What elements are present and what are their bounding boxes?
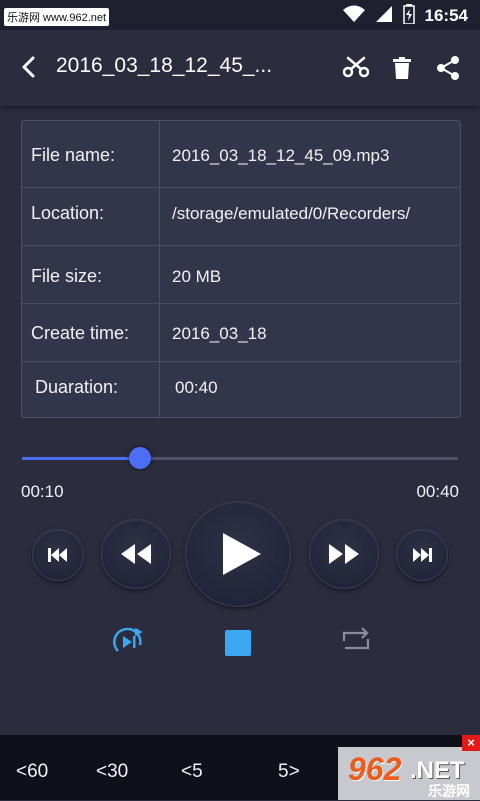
info-row: Duaration: 00:40 <box>22 361 460 417</box>
play-button[interactable] <box>185 501 291 607</box>
info-row: Create time: 2016_03_18 <box>22 303 460 362</box>
skip-previous-icon <box>48 548 67 562</box>
status-icons: 16:54 <box>342 3 468 29</box>
ad-logo: 962 <box>348 751 402 787</box>
info-value: 20 MB <box>172 267 222 286</box>
seek-thumb[interactable] <box>129 447 151 469</box>
skip-next-icon <box>413 548 432 562</box>
fast-forward-icon <box>329 544 359 564</box>
rewind-icon <box>121 544 151 564</box>
total-time: 00:40 <box>416 482 459 501</box>
repeat-one-icon <box>113 627 143 652</box>
info-label: Location: <box>31 203 105 223</box>
share-button[interactable] <box>432 52 464 84</box>
play-icon <box>223 533 261 575</box>
page-title: 2016_03_18_12_45_... <box>56 54 273 77</box>
previous-track-button[interactable] <box>32 529 84 581</box>
skip-back-60-button[interactable]: <60 <box>16 761 48 783</box>
next-track-button[interactable] <box>396 529 448 581</box>
stop-button[interactable] <box>218 623 258 663</box>
seek-progress <box>22 457 140 460</box>
trash-icon <box>393 57 411 79</box>
info-label: Duaration: <box>35 377 119 397</box>
back-button[interactable] <box>14 52 44 82</box>
info-value: /storage/emulated/0/Recorders/ <box>172 204 411 223</box>
ad-subtitle: 乐游网 <box>428 783 470 799</box>
info-row: File name: 2016_03_18_12_45_09.mp3 <box>22 121 460 188</box>
scissors-icon <box>342 56 370 78</box>
share-icon <box>437 56 459 80</box>
seek-bar[interactable] <box>22 457 458 460</box>
app-bar: 2016_03_18_12_45_... <box>0 30 480 106</box>
file-info-table: File name: 2016_03_18_12_45_09.mp3 Locat… <box>21 120 461 418</box>
watermark: 乐游网 www.962.net <box>4 8 110 26</box>
signal-icon <box>375 5 393 28</box>
ad-close-button[interactable]: × <box>462 735 480 751</box>
status-bar: 乐游网 www.962.net 16:54 <box>0 0 480 30</box>
rewind-button[interactable] <box>101 519 171 589</box>
wifi-icon <box>342 5 365 28</box>
info-value: 2016_03_18 <box>172 324 267 343</box>
back-arrow-icon <box>22 56 35 78</box>
skip-back-30-button[interactable]: <30 <box>96 761 128 783</box>
info-label: File size: <box>31 266 103 286</box>
clock: 16:54 <box>424 6 468 25</box>
skip-back-5-button[interactable]: <5 <box>181 761 203 783</box>
battery-icon <box>402 3 415 29</box>
repeat-icon <box>342 627 370 650</box>
trim-button[interactable] <box>340 52 372 84</box>
info-value: 2016_03_18_12_45_09.mp3 <box>172 146 390 165</box>
fast-forward-button[interactable] <box>309 519 379 589</box>
stop-icon <box>225 630 251 656</box>
elapsed-time: 00:10 <box>21 482 64 501</box>
info-label: Create time: <box>31 323 130 343</box>
info-label: File name: <box>31 145 116 165</box>
repeat-one-button[interactable] <box>108 622 148 662</box>
repeat-button[interactable] <box>336 620 376 660</box>
skip-forward-5-button[interactable]: 5> <box>278 761 300 783</box>
delete-button[interactable] <box>386 52 418 84</box>
info-row: File size: 20 MB <box>22 245 460 304</box>
info-value: 00:40 <box>175 378 218 397</box>
ad-banner[interactable]: 962 .NET 乐游网 <box>338 747 480 800</box>
info-row: Location: /storage/emulated/0/Recorders/ <box>22 187 460 246</box>
